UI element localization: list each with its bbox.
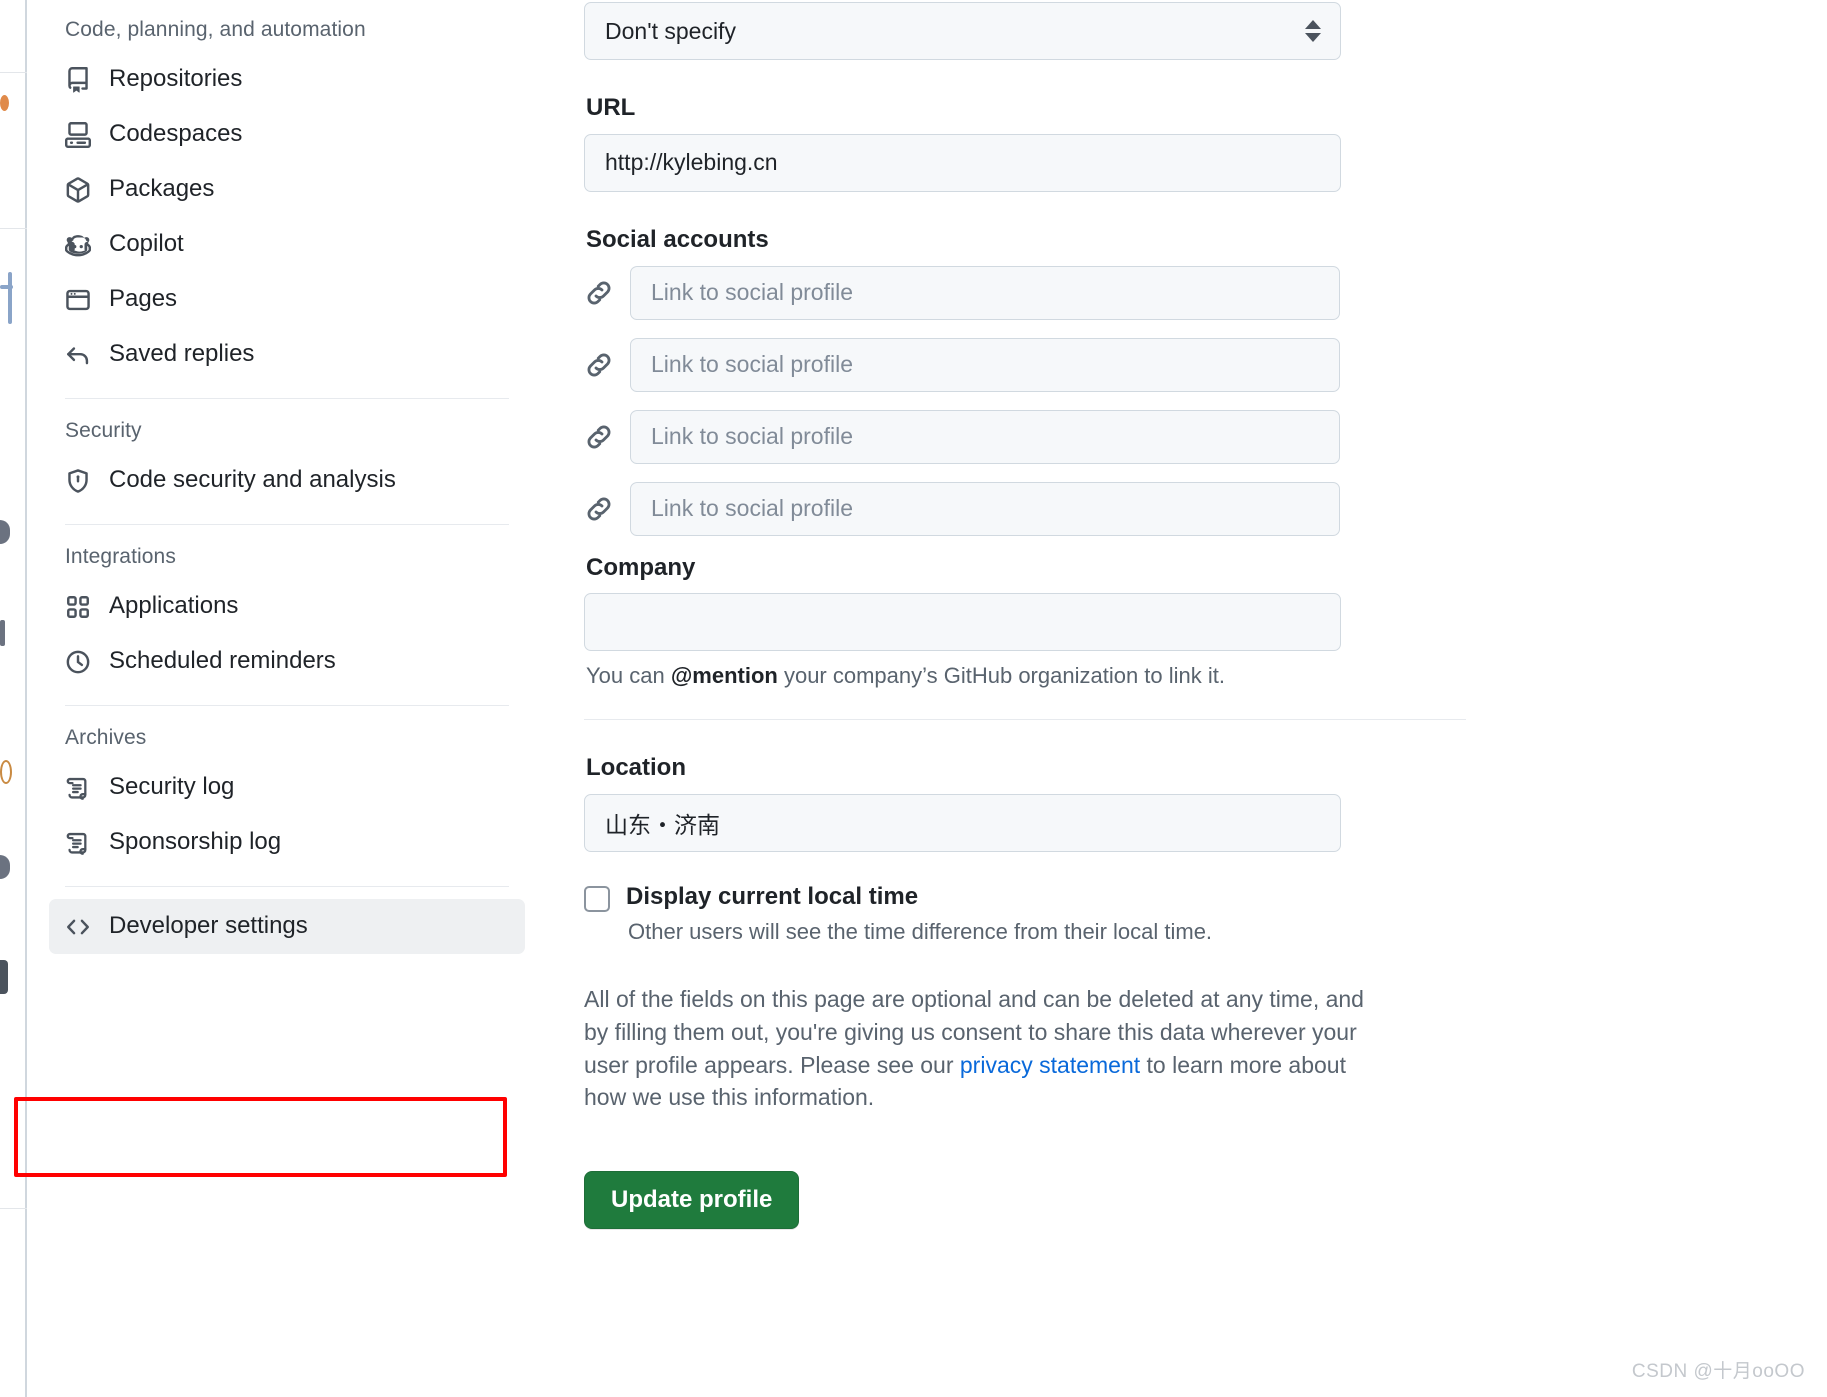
social-input[interactable] bbox=[630, 265, 1340, 320]
apps-grid-icon bbox=[65, 594, 91, 620]
sidebar-item-pages[interactable]: Pages bbox=[49, 272, 525, 327]
url-input[interactable] bbox=[584, 133, 1341, 192]
sidebar-item-saved-replies[interactable]: Saved replies bbox=[49, 327, 525, 382]
pronouns-select-value: Don't specify bbox=[605, 17, 736, 44]
select-arrows-icon bbox=[1305, 20, 1321, 42]
sidebar-item-label: Developer settings bbox=[109, 911, 308, 939]
social-accounts-label: Social accounts bbox=[586, 225, 769, 253]
sidebar-item-packages[interactable]: Packages bbox=[49, 162, 525, 217]
nav-group-developer: Developer settings bbox=[49, 889, 525, 954]
log-scroll-icon bbox=[65, 775, 91, 801]
url-label: URL bbox=[586, 94, 636, 121]
sidebar-item-label: Applications bbox=[109, 591, 239, 619]
link-icon bbox=[584, 350, 614, 380]
company-label: Company bbox=[586, 553, 696, 581]
privacy-statement-link[interactable]: privacy statement bbox=[960, 1052, 1140, 1078]
display-local-time-label: Display current local time bbox=[626, 883, 919, 911]
sidebar-item-label: Security log bbox=[109, 772, 235, 800]
sidebar-item-label: Repositories bbox=[109, 64, 243, 92]
privacy-disclaimer: All of the fields on this page are optio… bbox=[584, 983, 1384, 1114]
nav-group-archives: Archives Security log Sponsorship log bbox=[49, 708, 525, 870]
sidebar-item-label: Scheduled reminders bbox=[109, 646, 336, 674]
sidebar-item-label: Packages bbox=[109, 174, 215, 202]
sidebar-divider bbox=[65, 705, 509, 706]
social-input[interactable] bbox=[630, 481, 1340, 536]
link-icon bbox=[584, 494, 614, 524]
link-icon bbox=[584, 278, 614, 308]
sidebar-item-applications[interactable]: Applications bbox=[49, 579, 525, 634]
location-input[interactable] bbox=[584, 794, 1341, 853]
url-field-group: URL bbox=[584, 94, 1384, 192]
nav-group-security: Security Code security and analysis bbox=[49, 401, 525, 508]
company-help-mention: @mention bbox=[670, 663, 778, 689]
company-help-text: You can @mention your company’s GitHub o… bbox=[586, 663, 1384, 689]
pronouns-select-wrap: Don't specify bbox=[584, 2, 1341, 60]
sidebar-item-label: Codespaces bbox=[109, 119, 243, 147]
nav-group-title: Integrations bbox=[65, 545, 176, 568]
social-row bbox=[584, 265, 1384, 320]
sidebar-divider bbox=[65, 886, 509, 887]
company-input[interactable] bbox=[584, 593, 1341, 652]
codespaces-icon bbox=[65, 121, 91, 148]
form-section-divider bbox=[584, 719, 1466, 721]
sidebar-item-code-security-and-analysis[interactable]: Code security and analysis bbox=[49, 453, 525, 508]
offscreen-panel-edge bbox=[0, 0, 27, 1397]
link-icon bbox=[584, 422, 614, 452]
social-row bbox=[584, 481, 1384, 536]
update-profile-button[interactable]: Update profile bbox=[584, 1170, 800, 1229]
local-time-row: Display current local time bbox=[584, 882, 1384, 913]
social-input[interactable] bbox=[630, 337, 1340, 392]
location-label: Location bbox=[586, 754, 686, 782]
package-icon bbox=[65, 176, 91, 203]
sidebar-divider bbox=[65, 398, 509, 399]
shield-lock-icon bbox=[65, 468, 91, 494]
sidebar-item-repositories[interactable]: Repositories bbox=[49, 52, 525, 107]
page-root: Code, planning, and automation Repositor… bbox=[0, 0, 1827, 1397]
social-row bbox=[584, 409, 1384, 464]
sidebar-item-label: Code security and analysis bbox=[109, 465, 396, 493]
profile-form: Don't specify URL Social accounts bbox=[584, 0, 1466, 1229]
pronouns-select[interactable]: Don't specify bbox=[584, 2, 1341, 60]
nav-group-title: Code, planning, and automation bbox=[65, 18, 366, 41]
clock-icon bbox=[65, 649, 91, 675]
sidebar-item-label: Copilot bbox=[109, 229, 184, 257]
log-scroll-icon bbox=[65, 830, 91, 856]
nav-group-code-planning: Code, planning, and automation Repositor… bbox=[49, 0, 525, 382]
sidebar-item-security-log[interactable]: Security log bbox=[49, 760, 525, 815]
company-field-group: Company You can @mention your company’s … bbox=[584, 554, 1384, 690]
sidebar-item-developer-settings[interactable]: Developer settings bbox=[49, 899, 525, 954]
company-help-prefix: You can bbox=[586, 663, 671, 689]
nav-group-title: Archives bbox=[65, 726, 147, 749]
sidebar-divider bbox=[65, 524, 509, 525]
social-accounts-group: Social accounts bbox=[584, 226, 1384, 536]
display-local-time-checkbox[interactable] bbox=[584, 886, 610, 913]
settings-sidebar: Code, planning, and automation Repositor… bbox=[27, 0, 547, 1397]
social-input[interactable] bbox=[630, 409, 1340, 464]
display-local-time-description: Other users will see the time difference… bbox=[628, 919, 1213, 945]
sidebar-item-label: Pages bbox=[109, 284, 178, 312]
sidebar-item-copilot[interactable]: Copilot bbox=[49, 217, 525, 272]
watermark: CSDN @十月ooOO bbox=[1631, 1361, 1805, 1382]
sidebar-item-label: Sponsorship log bbox=[109, 827, 282, 855]
nav-group-title: Security bbox=[65, 419, 142, 442]
local-time-group: Display current local time Other users w… bbox=[584, 882, 1384, 945]
repo-icon bbox=[65, 66, 91, 93]
code-brackets-icon bbox=[65, 914, 91, 940]
reply-icon bbox=[65, 342, 91, 368]
copilot-icon bbox=[65, 232, 91, 258]
sidebar-item-label: Saved replies bbox=[109, 339, 255, 367]
sidebar-item-sponsorship-log[interactable]: Sponsorship log bbox=[49, 815, 525, 870]
sidebar-item-codespaces[interactable]: Codespaces bbox=[49, 107, 525, 162]
location-field-group: Location bbox=[584, 754, 1384, 853]
company-help-suffix: your company’s GitHub organization to li… bbox=[777, 663, 1225, 689]
sidebar-item-scheduled-reminders[interactable]: Scheduled reminders bbox=[49, 634, 525, 689]
pages-icon bbox=[65, 287, 91, 313]
social-row bbox=[584, 337, 1384, 392]
nav-group-integrations: Integrations Applications Scheduled remi… bbox=[49, 527, 525, 689]
